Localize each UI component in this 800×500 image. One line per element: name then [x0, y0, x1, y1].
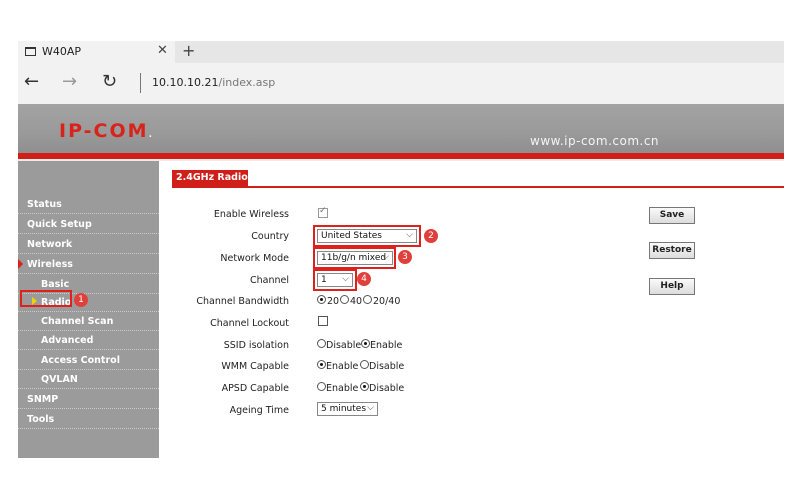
url-host: 10.10.10.21 — [152, 76, 219, 89]
wmm-enable-label: Enable — [326, 361, 359, 372]
browser-tab[interactable]: W40AP ✕ — [18, 41, 175, 63]
bandwidth-40-radio[interactable] — [340, 295, 349, 304]
ssid-isolation-enable-radio[interactable] — [361, 339, 370, 348]
enable-wireless-checkbox[interactable] — [318, 206, 328, 218]
section-title: 2.4GHz Radio — [172, 170, 248, 186]
sidebar-item-label: QVLAN — [41, 374, 78, 385]
sidebar-item-quick-setup[interactable]: Quick Setup — [18, 215, 159, 234]
help-button[interactable]: Help — [649, 278, 695, 295]
logo-text: IP-COM — [59, 120, 149, 142]
sidebar-item-label: Advanced — [41, 335, 94, 346]
highlight-box-channel — [313, 269, 357, 291]
page-icon — [25, 47, 36, 56]
browser-window: W40AP ✕ + ← → ↻ 10.10.10.21/index.asp IP… — [18, 41, 784, 458]
apsd-disable-label: Disable — [369, 383, 405, 394]
divider — [140, 73, 141, 93]
bandwidth-20-label: 20 — [327, 296, 340, 307]
sidebar-item-label: Network — [27, 239, 73, 250]
site-url: www.ip-com.com.cn — [530, 134, 660, 148]
sidebar-item-status[interactable]: Status — [18, 195, 159, 214]
sidebar-item-wireless[interactable]: Wireless — [18, 255, 159, 274]
channel-lockout-label: Channel Lockout — [210, 318, 289, 329]
highlight-box-network-mode — [313, 247, 396, 269]
bandwidth-40-label: 40 — [350, 296, 363, 307]
sidebar-item-snmp[interactable]: SNMP — [18, 390, 159, 409]
refresh-icon[interactable]: ↻ — [102, 72, 117, 92]
ageing-time-value: 5 minutes — [321, 404, 367, 414]
sidebar-item-access-control[interactable]: Access Control — [18, 351, 159, 370]
apsd-enable-radio[interactable] — [317, 382, 326, 391]
channel-bandwidth-label: Channel Bandwidth — [196, 296, 289, 307]
apsd-disable-radio[interactable] — [360, 382, 369, 391]
sidebar: Status Quick Setup Network Wireless Basi… — [18, 161, 159, 458]
apsd-capable-label: APSD Capable — [221, 383, 289, 394]
url-path: /index.asp — [218, 76, 276, 89]
ssid-isolation-disable-label: Disable — [326, 340, 362, 351]
bandwidth-20-40-label: 20/40 — [373, 296, 401, 307]
ip-com-logo: IP-COM. — [59, 120, 154, 142]
sidebar-item-tools[interactable]: Tools — [18, 410, 159, 429]
sidebar-item-label: Access Control — [41, 355, 120, 366]
sidebar-item-label: Tools — [27, 414, 55, 425]
bandwidth-20-radio[interactable] — [317, 295, 326, 304]
address-bar: ← → ↻ 10.10.10.21/index.asp — [18, 63, 784, 104]
sidebar-item-qvlan[interactable]: QVLAN — [18, 370, 159, 389]
step-marker-3: 3 — [398, 250, 412, 264]
back-arrow-icon[interactable]: ← — [24, 72, 39, 92]
sidebar-item-advanced[interactable]: Advanced — [18, 331, 159, 350]
logo-dot: . — [148, 130, 154, 140]
sidebar-item-label: SNMP — [27, 394, 59, 405]
url-field[interactable]: 10.10.10.21/index.asp — [152, 76, 275, 89]
sidebar-item-label: Basic — [41, 279, 70, 290]
save-button[interactable]: Save — [649, 207, 695, 224]
wmm-capable-label: WMM Capable — [221, 361, 289, 372]
expanded-arrow-icon — [18, 259, 23, 269]
step-marker-2: 2 — [424, 229, 438, 243]
new-tab-icon[interactable]: + — [182, 41, 195, 60]
sidebar-item-label: Status — [27, 199, 62, 210]
highlight-box-radio — [20, 290, 72, 307]
sidebar-item-label: Wireless — [27, 259, 73, 270]
forward-arrow-icon[interactable]: → — [62, 72, 77, 92]
step-marker-1: 1 — [74, 293, 88, 307]
sidebar-item-label: Quick Setup — [27, 219, 92, 230]
main-content: 2.4GHz Radio Enable Wireless Country Uni… — [159, 161, 784, 458]
close-icon[interactable]: ✕ — [157, 43, 168, 58]
bandwidth-20-40-radio[interactable] — [363, 295, 372, 304]
wmm-disable-radio[interactable] — [360, 360, 369, 369]
tab-bar: W40AP ✕ + — [18, 41, 784, 63]
ssid-isolation-disable-radio[interactable] — [317, 339, 326, 348]
highlight-box-country — [313, 225, 421, 247]
sidebar-item-channel-scan[interactable]: Channel Scan — [18, 312, 159, 331]
channel-lockout-checkbox[interactable] — [318, 316, 328, 326]
wmm-disable-label: Disable — [369, 361, 405, 372]
wmm-enable-radio[interactable] — [317, 360, 326, 369]
tab-title: W40AP — [42, 45, 82, 58]
section-divider — [172, 186, 784, 188]
country-label: Country — [251, 231, 289, 242]
ageing-time-label: Ageing Time — [229, 405, 289, 416]
ssid-isolation-enable-label: Enable — [370, 340, 403, 351]
ageing-time-select[interactable]: 5 minutes ⌵ — [317, 402, 378, 416]
sidebar-item-label: Channel Scan — [41, 316, 114, 327]
network-mode-label: Network Mode — [220, 253, 289, 264]
header-banner: IP-COM. www.ip-com.com.cn — [18, 104, 784, 156]
sidebar-item-network[interactable]: Network — [18, 235, 159, 254]
step-marker-4: 4 — [357, 272, 371, 286]
apsd-enable-label: Enable — [326, 383, 359, 394]
ssid-isolation-label: SSID isolation — [223, 340, 289, 351]
chevron-down-icon: ⌵ — [367, 403, 374, 413]
channel-label: Channel — [249, 275, 289, 286]
enable-wireless-label: Enable Wireless — [213, 209, 289, 220]
restore-button[interactable]: Restore — [649, 242, 695, 259]
